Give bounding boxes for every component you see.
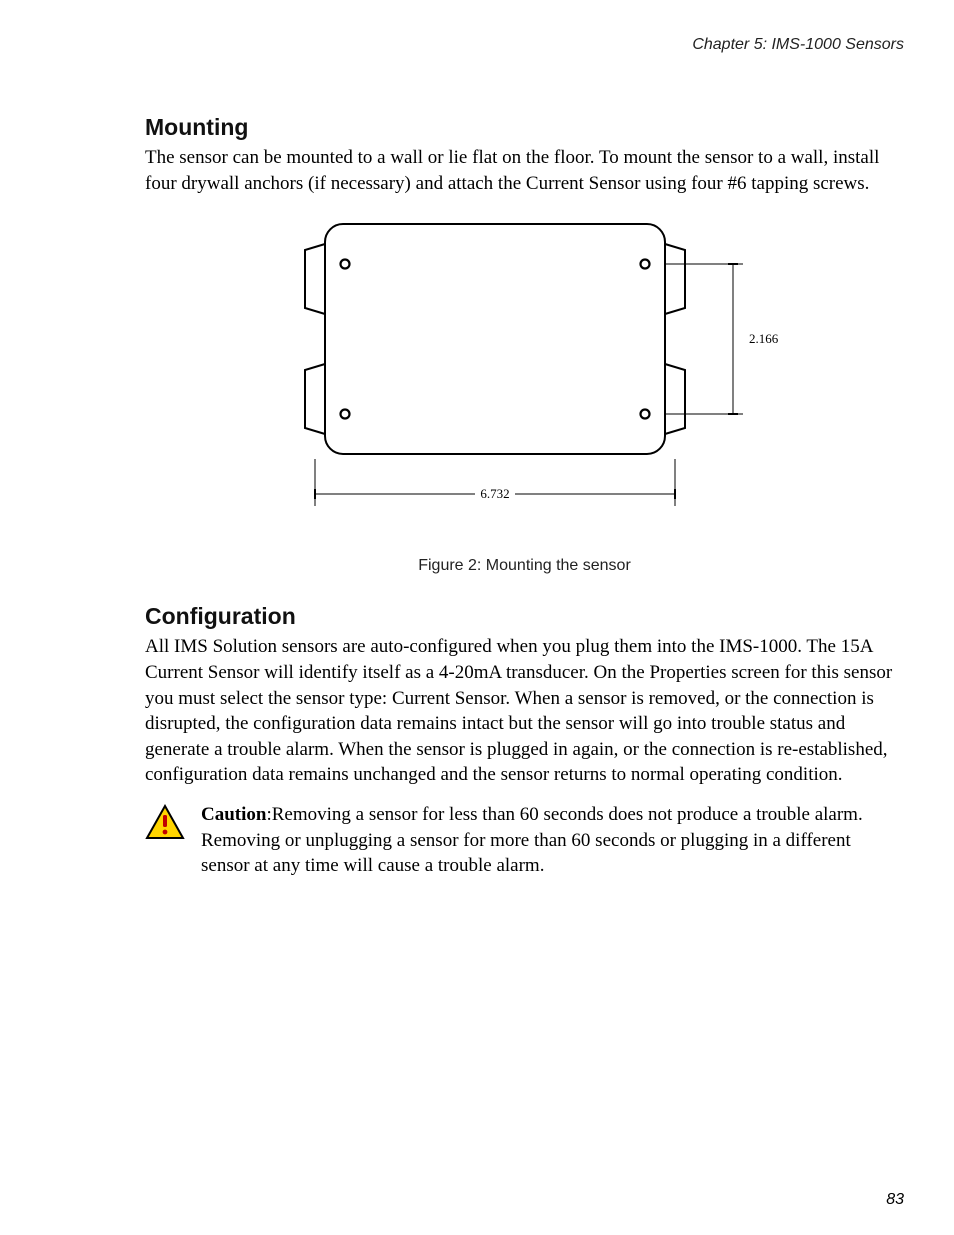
caution-label: Caution <box>201 804 266 825</box>
paragraph-configuration: All IMS Solution sensors are auto-config… <box>145 634 904 788</box>
warning-icon <box>145 802 187 845</box>
caution-block: Caution:Removing a sensor for less than … <box>145 802 904 879</box>
dim-width-label: 6.732 <box>480 486 509 501</box>
page: Chapter 5: IMS-1000 Sensors Mounting The… <box>0 0 954 1235</box>
running-head: Chapter 5: IMS-1000 Sensors <box>145 36 904 54</box>
heading-mounting: Mounting <box>145 114 904 141</box>
page-number: 83 <box>886 1191 904 1209</box>
figure-caption: Figure 2: Mounting the sensor <box>145 557 904 575</box>
caution-text: Caution:Removing a sensor for less than … <box>201 802 904 879</box>
paragraph-mounting: The sensor can be mounted to a wall or l… <box>145 145 904 196</box>
heading-configuration: Configuration <box>145 603 904 630</box>
figure-mounting-diagram: 2.166 6.732 Figure 2: Mounting the senso… <box>145 214 904 575</box>
mounting-diagram-svg: 2.166 6.732 <box>265 214 785 524</box>
caution-body: :Removing a sensor for less than 60 seco… <box>201 804 863 876</box>
dim-height-label: 2.166 <box>749 331 779 346</box>
